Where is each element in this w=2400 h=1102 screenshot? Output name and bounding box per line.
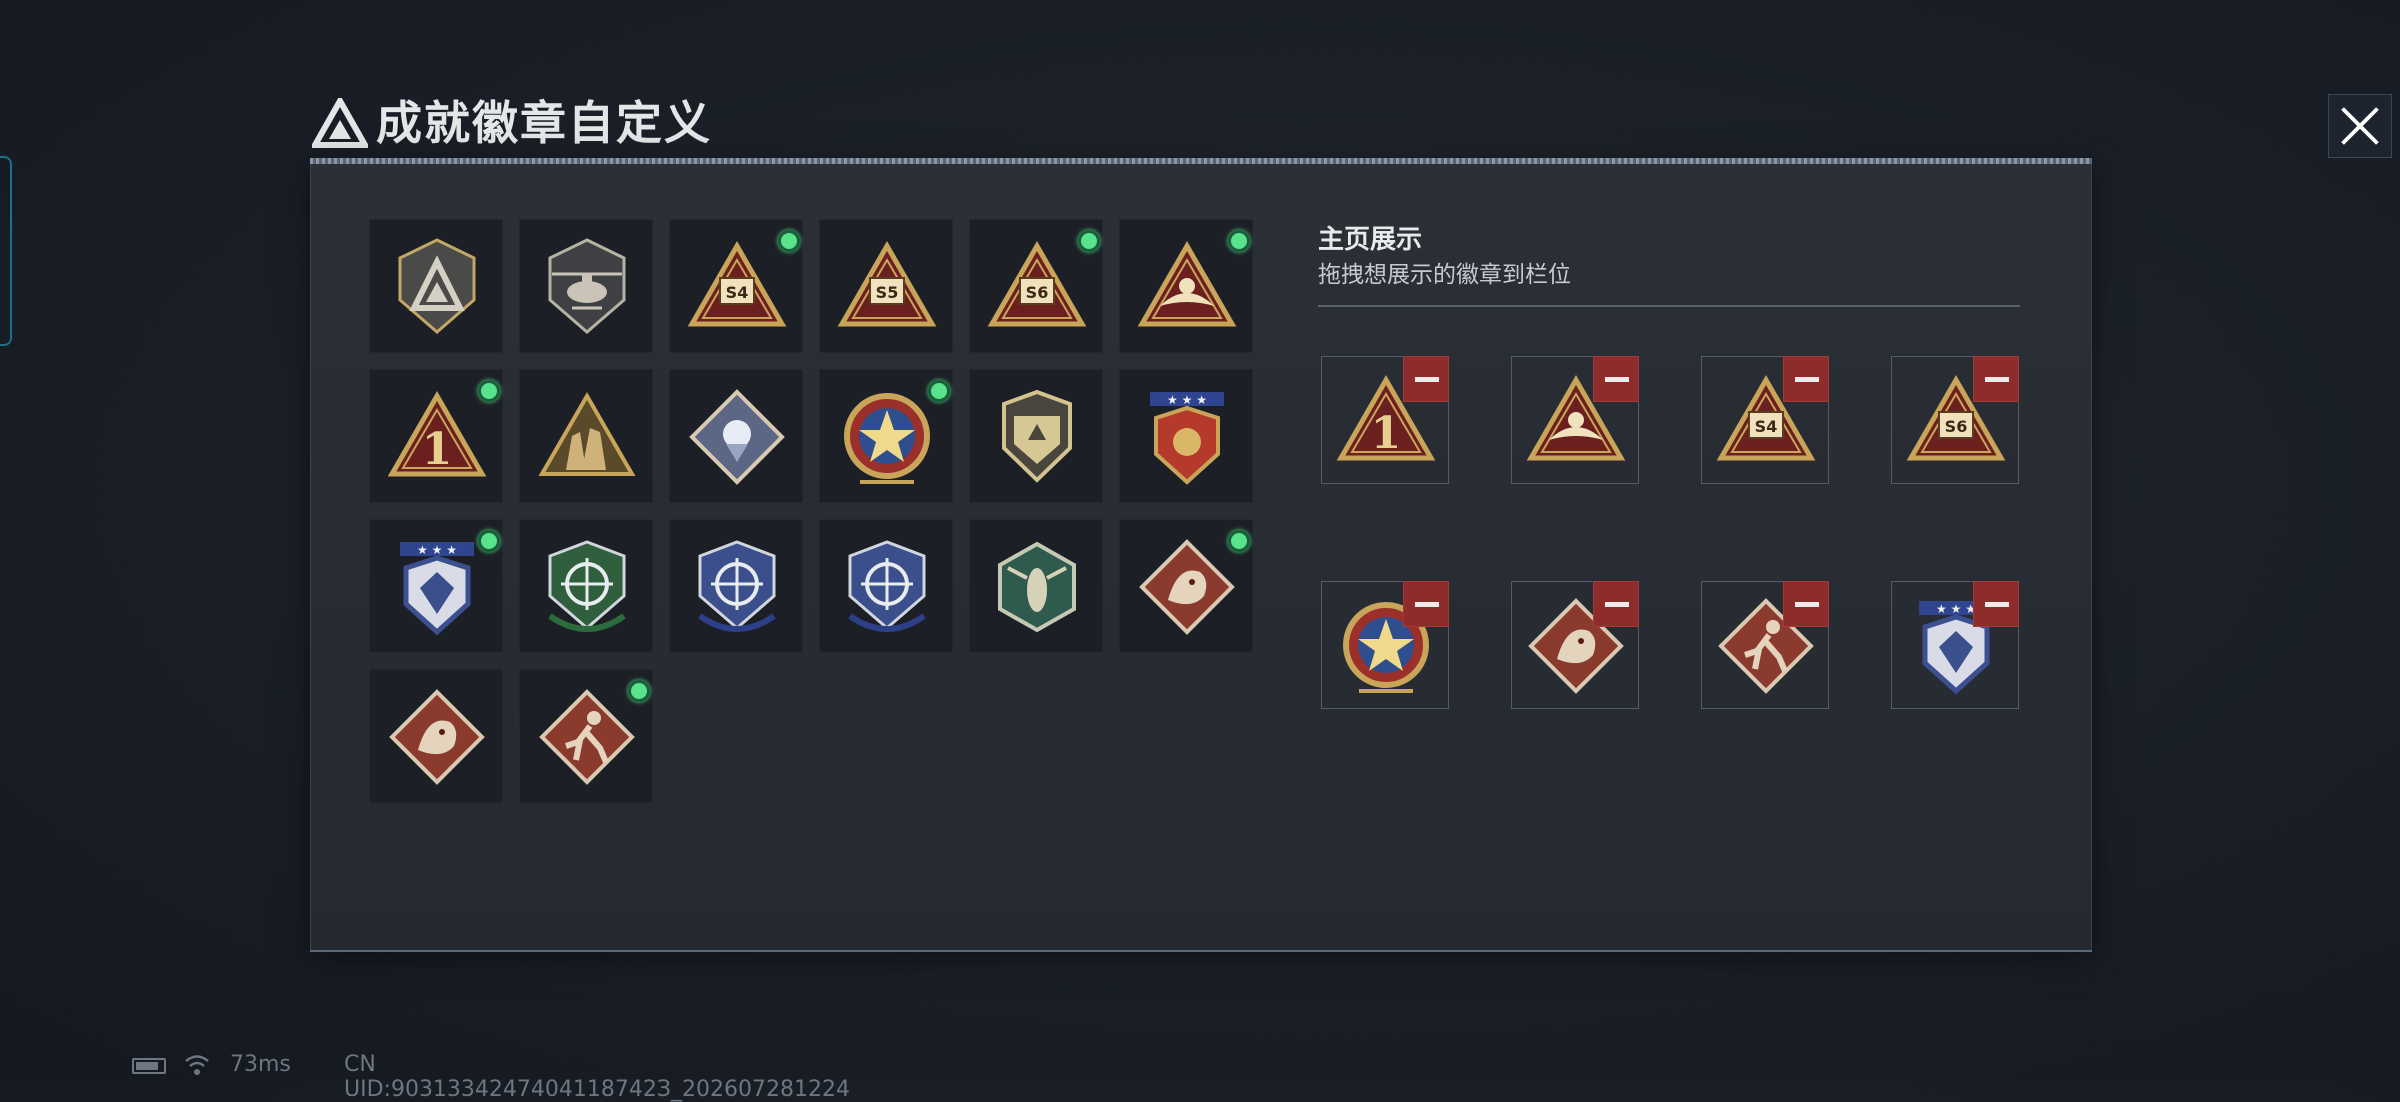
badge-slot[interactable]	[519, 369, 653, 503]
new-indicator-dot	[1228, 230, 1250, 252]
badge-slot[interactable]	[369, 669, 503, 803]
wifi-icon	[185, 1055, 209, 1075]
badge-slot[interactable]: ★ ★ ★	[1119, 369, 1253, 503]
badge-slot[interactable]	[969, 369, 1103, 503]
showcase-slot[interactable]	[1701, 581, 1829, 709]
badge-slot[interactable]	[369, 219, 503, 353]
showcase-subtitle: 拖拽想展示的徽章到栏位	[1318, 262, 1571, 288]
uid-text: CN UID:9031334247404118742З_202607281224	[344, 1052, 850, 1102]
badge-slot[interactable]	[969, 519, 1103, 653]
badge-slot[interactable]	[519, 219, 653, 353]
svg-text:★ ★ ★: ★ ★ ★	[417, 543, 457, 557]
badge-slot[interactable]: S5	[819, 219, 953, 353]
gold-s5-triangle-badge: S5	[837, 240, 937, 327]
remove-badge-button[interactable]	[1593, 581, 1639, 627]
gray-shield-triangle-badge	[398, 238, 476, 334]
badge-slot[interactable]	[819, 519, 953, 653]
remove-badge-button[interactable]	[1783, 356, 1829, 402]
red-dragon-diamond-badge-2	[389, 689, 485, 785]
showcase-slot[interactable]	[1511, 356, 1639, 484]
remove-badge-button[interactable]	[1403, 356, 1449, 402]
svg-text:★ ★ ★: ★ ★ ★	[1167, 393, 1207, 407]
remove-badge-button[interactable]	[1973, 356, 2019, 402]
badge-slot[interactable]	[519, 519, 653, 653]
new-indicator-dot	[1228, 530, 1250, 552]
svg-text:S4: S4	[726, 283, 749, 302]
blue-rose-diamond-badge	[689, 389, 785, 485]
remove-badge-button[interactable]	[1783, 581, 1829, 627]
badge-slot[interactable]	[519, 669, 653, 803]
showcase-slot[interactable]: S4	[1701, 356, 1829, 484]
badge-slot[interactable]	[1119, 219, 1253, 353]
showcase-title: 主页展示	[1318, 225, 1423, 255]
new-indicator-dot	[478, 530, 500, 552]
svg-text:★ ★ ★: ★ ★ ★	[1936, 602, 1976, 616]
badge-slot[interactable]	[669, 519, 803, 653]
gold-soldiers-triangle-badge	[538, 391, 636, 476]
new-indicator-dot	[478, 380, 500, 402]
window-title: 成就徽章自定义	[376, 96, 712, 150]
badge-slot[interactable]: S6	[969, 219, 1103, 353]
svg-text:1: 1	[422, 424, 453, 475]
badge-slot[interactable]: ★ ★ ★	[369, 519, 503, 653]
showcase-divider	[1318, 305, 2020, 307]
new-indicator-dot	[928, 380, 950, 402]
remove-badge-button[interactable]	[1973, 581, 2019, 627]
ping-text: 73ms	[230, 1052, 291, 1077]
badge-slot[interactable]: S4	[669, 219, 803, 353]
showcase-slot[interactable]: S6	[1891, 356, 2019, 484]
green-rifle-crosshair-badge	[548, 540, 626, 632]
svg-text:S4: S4	[1755, 417, 1778, 436]
window-header: 成就徽章自定义	[300, 88, 2392, 158]
gold-wing-shield-badge	[1002, 389, 1072, 483]
panel-bottom-border	[310, 950, 2092, 952]
battery-icon	[132, 1058, 166, 1074]
remove-badge-button[interactable]	[1593, 356, 1639, 402]
showcase-header: 主页展示 拖拽想展示的徽章到栏位	[1318, 222, 1571, 292]
helicopter-shield-badge	[548, 238, 626, 334]
side-tab-handle[interactable]	[0, 156, 12, 346]
close-button[interactable]	[2328, 94, 2392, 158]
gold-wing-crest-stars-badge: ★ ★ ★	[1150, 392, 1224, 485]
showcase-slot[interactable]	[1321, 581, 1449, 709]
badge-slot[interactable]	[819, 369, 953, 503]
remove-badge-button[interactable]	[1403, 581, 1449, 627]
blue-rifle-crosshair-badge	[698, 540, 776, 632]
showcase-slot[interactable]: ★ ★ ★	[1891, 581, 2019, 709]
svg-text:S6: S6	[1026, 283, 1049, 302]
triangle-logo-icon	[312, 98, 368, 148]
showcase-slot[interactable]	[1511, 581, 1639, 709]
badge-slot[interactable]	[1119, 519, 1253, 653]
new-indicator-dot	[628, 680, 650, 702]
svg-text:S5: S5	[876, 283, 899, 302]
showcase-slot[interactable]: 1	[1321, 356, 1449, 484]
svg-text:1: 1	[1371, 408, 1402, 459]
badge-slot[interactable]: 1	[369, 369, 503, 503]
close-icon	[2341, 107, 2379, 145]
panel-top-border	[310, 158, 2092, 164]
blue-knife-crosshair-badge	[848, 540, 926, 632]
green-hornet-hexagon-badge	[998, 541, 1076, 633]
new-indicator-dot	[778, 230, 800, 252]
badge-slot[interactable]	[669, 369, 803, 503]
new-indicator-dot	[1078, 230, 1100, 252]
svg-text:S6: S6	[1945, 417, 1968, 436]
